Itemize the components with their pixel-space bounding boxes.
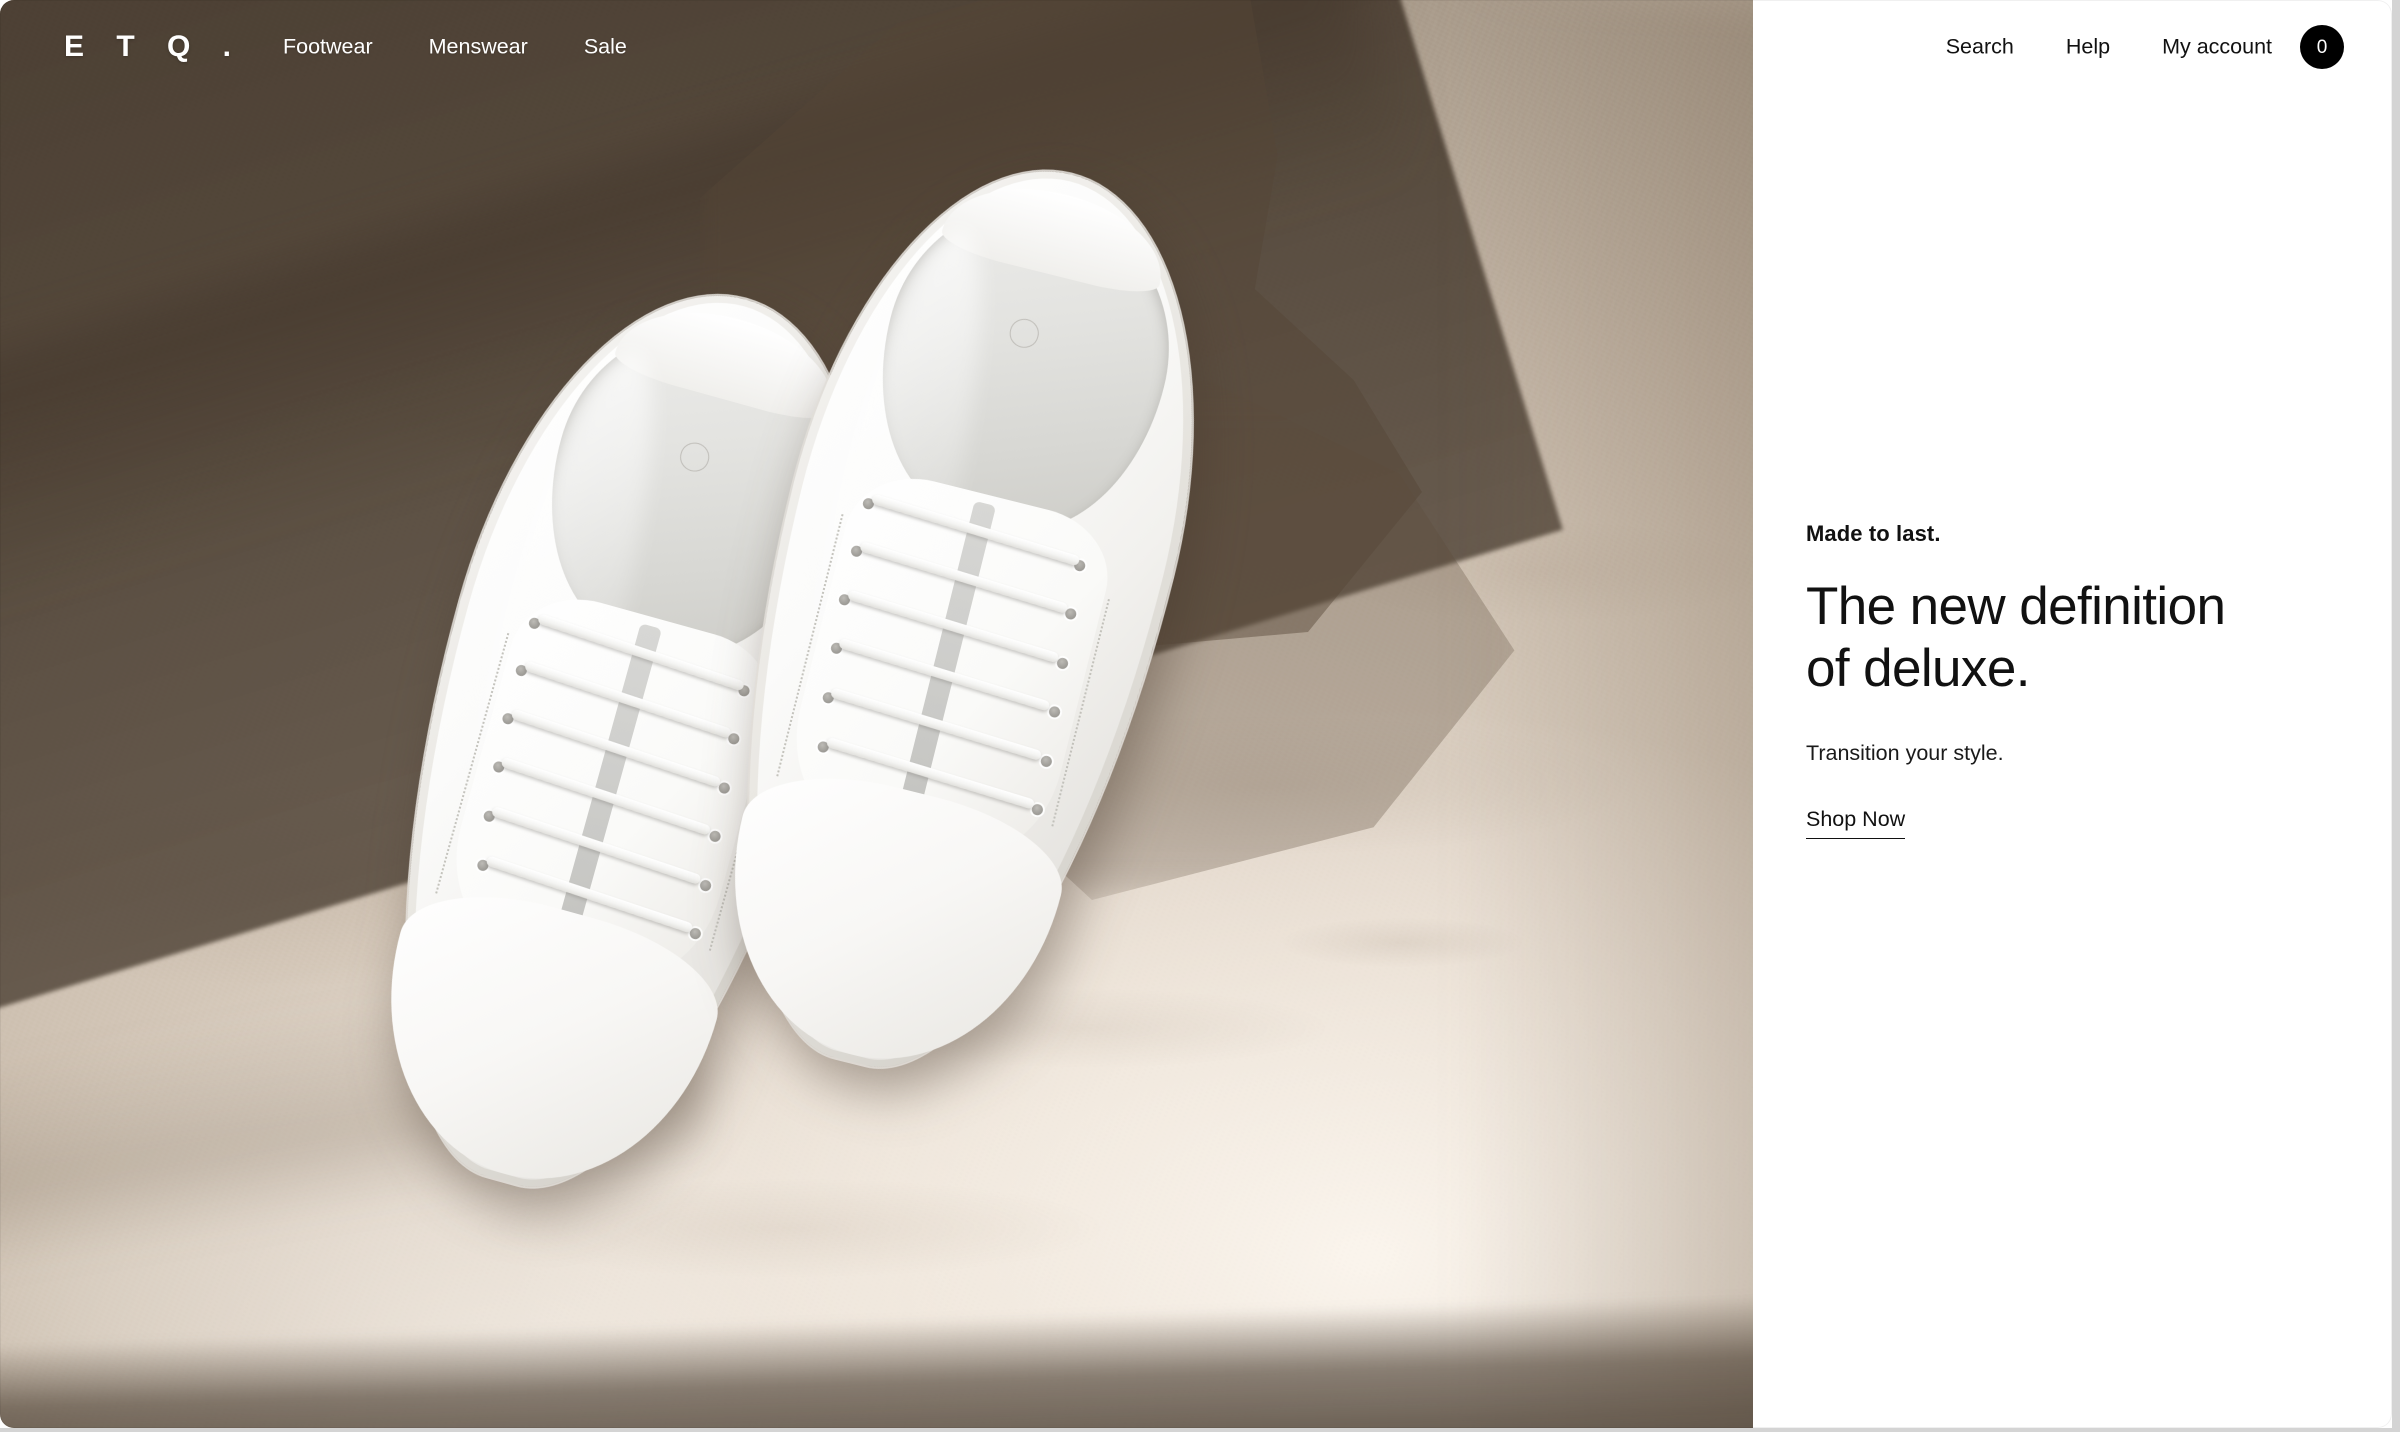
- browser-viewport: Made to last. The new definition of delu…: [0, 0, 2400, 1432]
- window-bottom-edge: [0, 1428, 2400, 1432]
- hero-product-image: [0, 0, 1753, 1428]
- utility-navigation: Search Help My account: [1946, 36, 2272, 58]
- nav-item-menswear[interactable]: Menswear: [429, 36, 528, 58]
- nav-item-sale[interactable]: Sale: [584, 36, 627, 58]
- promo-subcopy: Transition your style.: [1806, 740, 2004, 765]
- promo-headline-line-1: The new definition: [1806, 576, 2226, 636]
- nav-item-help[interactable]: Help: [2066, 36, 2110, 58]
- promo-cta-wrapper: Shop Now: [1806, 807, 2336, 840]
- nav-item-my-account[interactable]: My account: [2162, 36, 2272, 58]
- nav-item-footwear[interactable]: Footwear: [283, 36, 373, 58]
- etq-logo[interactable]: E T Q .: [64, 32, 243, 62]
- cart-badge[interactable]: 0: [2300, 25, 2344, 69]
- shop-now-link[interactable]: Shop Now: [1806, 807, 1906, 840]
- primary-navigation: Footwear Menswear Sale: [283, 36, 627, 58]
- window-right-edge: [2392, 0, 2400, 1432]
- cast-shadow-right-edge: [1453, 0, 1753, 1428]
- page-frame: Made to last. The new definition of delu…: [0, 0, 2392, 1428]
- promo-eyebrow: Made to last.: [1806, 521, 1941, 546]
- nav-item-search[interactable]: Search: [1946, 36, 2014, 58]
- promo-headline-line-2: of deluxe.: [1806, 638, 2030, 698]
- site-header: E T Q . Footwear Menswear Sale Search He…: [0, 0, 2392, 96]
- promo-panel: Made to last. The new definition of delu…: [1753, 0, 2392, 1428]
- promo-content: Made to last. The new definition of delu…: [1806, 520, 2336, 840]
- promo-headline: The new definition of deluxe.: [1806, 576, 2336, 700]
